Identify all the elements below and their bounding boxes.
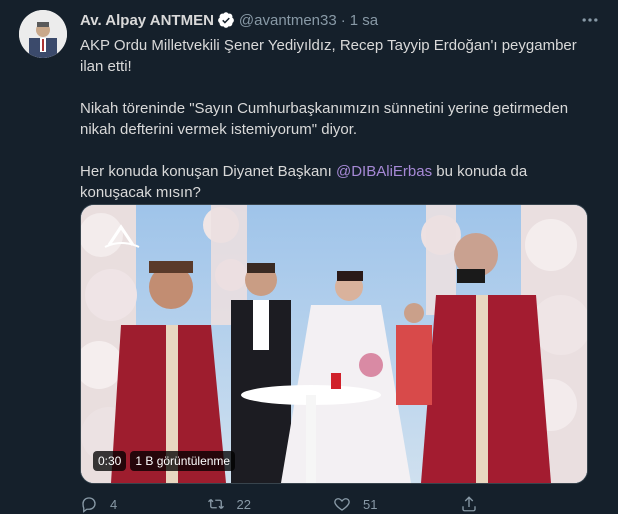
like-icon — [334, 498, 350, 511]
mention-link[interactable]: @DIBAliErbas — [336, 163, 432, 180]
like-count: 51 — [363, 496, 378, 512]
retweet-button[interactable]: 22 — [207, 494, 334, 514]
reply-button[interactable]: 4 — [80, 494, 207, 514]
video-view-count: 1 B görüntülenme — [130, 451, 236, 471]
tweet[interactable]: Av. Alpay ANTMEN @avantmen33 · 1 sa AKP … — [0, 0, 618, 514]
tweet-header: Av. Alpay ANTMEN @avantmen33 · 1 sa — [80, 10, 606, 30]
reply-icon — [82, 497, 96, 513]
avatar[interactable] — [19, 10, 67, 58]
author-handle[interactable]: @avantmen33 — [239, 12, 337, 29]
tweet-text-paragraph-2: Nikah töreninde "Sayın Cumhurbaşkanımızı… — [80, 100, 569, 138]
video-frame — [81, 205, 587, 483]
separator-dot: · — [340, 11, 346, 29]
retweet-icon — [207, 499, 224, 509]
tweet-text-paragraph-3-start: Her konuda konuşan Diyanet Başkanı — [80, 163, 336, 180]
tweet-actions: 4 22 51 — [80, 494, 586, 514]
video-overlay: 0:30 1 B görüntülenme — [93, 451, 236, 471]
tweet-time[interactable]: 1 sa — [350, 12, 378, 29]
video-duration: 0:30 — [93, 451, 127, 471]
like-button[interactable]: 51 — [333, 494, 460, 514]
author-name[interactable]: Av. Alpay ANTMEN — [80, 12, 214, 29]
share-icon — [461, 496, 476, 512]
reply-count: 4 — [110, 496, 118, 512]
more-options-icon[interactable] — [580, 10, 600, 30]
verified-badge-icon — [217, 11, 235, 29]
tweet-text-paragraph-3: Her konuda konuşan Diyanet Başkanı @DIBA… — [80, 161, 585, 203]
share-button[interactable] — [460, 494, 587, 514]
tweet-text: AKP Ordu Milletvekili Şener Yediyıldız, … — [80, 35, 585, 203]
video-player[interactable]: 0:30 1 B görüntülenme — [80, 204, 588, 484]
tweet-text-paragraph-1: AKP Ordu Milletvekili Şener Yediyıldız, … — [80, 37, 577, 75]
retweet-count: 22 — [236, 496, 251, 512]
